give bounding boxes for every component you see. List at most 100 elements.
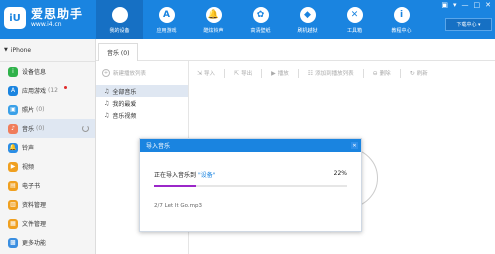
sidebar-item-count: (12 bbox=[48, 87, 58, 94]
target-device: "设备" bbox=[197, 172, 216, 179]
toolbar-button-1[interactable]: ⇱ 导出 bbox=[234, 69, 253, 78]
toolbar-button-2[interactable]: ▶ 播放 bbox=[271, 69, 289, 78]
music-note-icon: ♫ bbox=[104, 99, 110, 107]
nav-item-6[interactable]: i 教程中心 bbox=[378, 0, 425, 39]
sidebar-item-9[interactable]: ▩ 更多功能 bbox=[0, 233, 95, 252]
notification-dot bbox=[64, 86, 67, 89]
sidebar-item-count: (0) bbox=[36, 125, 45, 132]
sidebar-item-label: 应用游戏 bbox=[22, 88, 47, 95]
minimize-icon[interactable]: — bbox=[462, 1, 469, 9]
app-name: 爱思助手 bbox=[31, 6, 84, 21]
tab-music[interactable]: 音乐 (0) bbox=[98, 43, 139, 61]
nav-label: 工具箱 bbox=[346, 28, 362, 34]
nav-item-4[interactable]: ◆ 刷机越狱 bbox=[284, 0, 331, 39]
music-toolbar: ⇲ 导入 ⇱ 导出 ▶ 播放 ☷ 添加到播放列表 ⊖ 删除 ↻ 刷新 bbox=[197, 61, 428, 85]
toolbar-divider bbox=[362, 68, 364, 78]
sidebar-item-label: 电子书 bbox=[22, 183, 41, 190]
toolbar-label: 刷新 bbox=[416, 71, 428, 77]
sidebar-icon: ▣ bbox=[8, 104, 18, 115]
loading-spinner-icon bbox=[82, 125, 89, 132]
sidebar-item-1[interactable]: A 应用游戏 (12 bbox=[0, 81, 95, 100]
close-window-icon[interactable]: ✕ bbox=[485, 1, 491, 9]
playlist-label: 音乐视频 bbox=[112, 112, 137, 120]
nav-label: 我的设备 bbox=[109, 28, 130, 34]
sidebar-item-6[interactable]: ▤ 电子书 bbox=[0, 176, 95, 195]
bell-icon: 🔔 bbox=[205, 7, 222, 23]
main-nav: 我的设备 A 应用游戏 🔔 酷炫铃声 ✿ 高清壁纸 ◆ 刷机越狱 ✕ 工具箱 i 教程中心 bbox=[96, 0, 425, 39]
window-controls: ▣ ▾ — □ ✕ bbox=[441, 1, 491, 9]
nav-label: 应用游戏 bbox=[156, 28, 177, 34]
sidebar-icon: ▶ bbox=[8, 161, 18, 172]
import-status: 正在导入音乐到 "设备" bbox=[154, 170, 215, 179]
sidebar-item-3[interactable]: ♪ 音乐 (0) bbox=[0, 119, 95, 138]
tools-icon: ✕ bbox=[346, 7, 363, 23]
music-note-icon: ♫ bbox=[104, 111, 110, 119]
device-header[interactable]: ▼ iPhone bbox=[0, 39, 95, 62]
plus-icon: + bbox=[102, 69, 110, 77]
playlist-item[interactable]: ♫ 我的最爱 bbox=[96, 97, 188, 109]
status-prefix: 正在导入音乐到 bbox=[154, 172, 197, 179]
playlist-item[interactable]: ♫ 全部音乐 bbox=[96, 85, 188, 97]
sidebar-item-5[interactable]: ▶ 视频 bbox=[0, 157, 95, 176]
nav-item-2[interactable]: 🔔 酷炫铃声 bbox=[190, 0, 237, 39]
close-icon[interactable]: ✕ bbox=[351, 142, 358, 149]
sidebar-item-count: (0) bbox=[36, 106, 45, 113]
maximize-icon[interactable]: □ bbox=[474, 1, 481, 9]
sidebar-icon: i bbox=[8, 66, 18, 77]
dialog-header: 导入音乐 ✕ bbox=[140, 139, 361, 152]
toolbar-divider bbox=[224, 68, 226, 78]
download-center-button[interactable]: 下载中心 ▾ bbox=[445, 18, 492, 31]
menu-icon[interactable]: ▾ bbox=[453, 1, 457, 9]
toolbar-label: 删除 bbox=[379, 71, 391, 77]
sidebar-item-label: 资料管理 bbox=[22, 202, 47, 209]
current-file: 2/7 Let It Go.mp3 bbox=[154, 203, 203, 209]
toolbar-button-3[interactable]: ☷ 添加到播放列表 bbox=[308, 69, 354, 78]
collapse-arrow-icon: ▼ bbox=[4, 47, 8, 53]
flower-icon: ✿ bbox=[252, 7, 269, 23]
sidebar-icon: 🔔 bbox=[8, 142, 18, 153]
tab-bar: 音乐 (0) bbox=[96, 39, 495, 61]
progress-bar bbox=[154, 185, 347, 187]
toolbar-divider bbox=[399, 68, 401, 78]
toolbar-icon: ▶ bbox=[271, 69, 276, 77]
sidebar-icon: ▩ bbox=[8, 237, 18, 248]
sidebar-icon: ▥ bbox=[8, 199, 18, 210]
toolbar-icon: ⇲ bbox=[197, 69, 203, 77]
nav-label: 高清壁纸 bbox=[250, 28, 271, 34]
nav-item-3[interactable]: ✿ 高清壁纸 bbox=[237, 0, 284, 39]
sidebar-item-label: 音乐 bbox=[22, 126, 35, 133]
playlist-label: 我的最爱 bbox=[112, 100, 137, 108]
sidebar-icon: A bbox=[8, 85, 18, 96]
toolbar-label: 添加到播放列表 bbox=[315, 71, 354, 77]
sidebar-item-4[interactable]: 🔔 铃声 bbox=[0, 138, 95, 157]
skin-icon[interactable]: ▣ bbox=[441, 1, 448, 9]
playlist-item[interactable]: ♫ 音乐视频 bbox=[96, 109, 188, 121]
sidebar-item-2[interactable]: ▣ 照片 (0) bbox=[0, 100, 95, 119]
toolbar-label: 导入 bbox=[204, 71, 216, 77]
nav-item-0[interactable]: 我的设备 bbox=[96, 0, 143, 39]
playlist-label: 全部音乐 bbox=[112, 88, 137, 96]
toolbar-divider bbox=[297, 68, 299, 78]
toolbar-button-5[interactable]: ↻ 刷新 bbox=[410, 69, 428, 78]
info-icon: i bbox=[393, 7, 410, 23]
sidebar-icon: ▤ bbox=[8, 180, 18, 191]
toolbar-button-0[interactable]: ⇲ 导入 bbox=[197, 69, 216, 78]
sidebar-item-label: 设备信息 bbox=[22, 69, 47, 76]
sidebar-item-label: 文件管理 bbox=[22, 221, 47, 228]
sidebar-item-0[interactable]: i 设备信息 bbox=[0, 62, 95, 81]
box-icon: ◆ bbox=[299, 7, 316, 23]
new-playlist-button[interactable]: + 新建播放列表 bbox=[96, 61, 188, 85]
apple-icon bbox=[111, 7, 128, 23]
progress-percent: 22% bbox=[333, 170, 347, 177]
nav-label: 刷机越狱 bbox=[297, 28, 318, 34]
nav-label: 酷炫铃声 bbox=[203, 28, 224, 34]
top-bar: iU 爱思助手 www.i4.cn 我的设备 A 应用游戏 🔔 酷炫铃声 ✿ 高清壁纸 ◆ 刷机… bbox=[0, 0, 495, 39]
toolbar-label: 导出 bbox=[241, 71, 253, 77]
toolbar-button-4[interactable]: ⊖ 删除 bbox=[373, 69, 391, 78]
nav-item-5[interactable]: ✕ 工具箱 bbox=[331, 0, 378, 39]
sidebar-item-8[interactable]: ▦ 文件管理 bbox=[0, 214, 95, 233]
device-name: iPhone bbox=[10, 46, 32, 54]
progress-fill bbox=[154, 185, 197, 187]
sidebar-item-7[interactable]: ▥ 资料管理 bbox=[0, 195, 95, 214]
nav-item-1[interactable]: A 应用游戏 bbox=[143, 0, 190, 39]
